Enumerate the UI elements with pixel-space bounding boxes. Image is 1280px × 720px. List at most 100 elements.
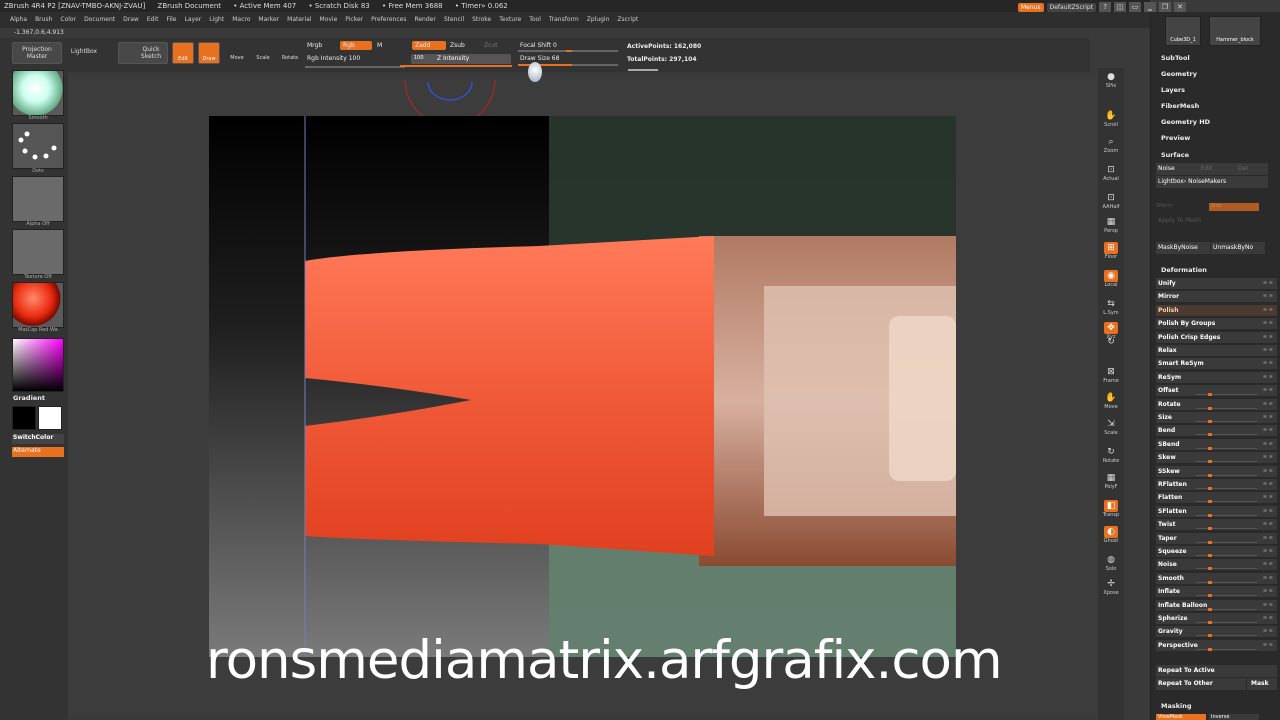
deform-slider-handle[interactable] — [1208, 487, 1212, 490]
axis-toggle-icon[interactable]: ≡ ≡ — [1263, 600, 1273, 611]
deform-slider-handle[interactable] — [1208, 527, 1212, 531]
deform-smooth[interactable]: Smooth ≡ ≡ — [1156, 572, 1277, 585]
deform-smart-resym[interactable]: Smart ReSym ≡ ≡ — [1156, 358, 1277, 371]
deform-slider-handle[interactable] — [1208, 406, 1212, 410]
deform-sbend[interactable]: SBend ≡ ≡ — [1156, 438, 1277, 451]
deform-slider-handle[interactable] — [1208, 433, 1212, 437]
deform-slider-handle[interactable] — [1208, 393, 1212, 397]
mask-by-noise-button[interactable]: MaskByNoise — [1156, 242, 1210, 254]
menu-transform[interactable]: Transform — [549, 16, 579, 23]
menu-zscript[interactable]: Zscript — [617, 16, 638, 23]
deform-slider-handle[interactable] — [1208, 554, 1212, 557]
menu-color[interactable]: Color — [60, 16, 76, 23]
deform-relax[interactable]: Relax ≡ ≡ — [1156, 345, 1277, 357]
menu-render[interactable]: Render — [414, 16, 435, 23]
rgb-toggle[interactable]: Rgb — [340, 41, 372, 50]
deform-inflate[interactable]: Inflate ≡ ≡ — [1156, 586, 1277, 599]
menu-texture[interactable]: Texture — [499, 16, 521, 23]
shelf-button-scale[interactable]: ⇲ Scale — [1100, 418, 1122, 442]
axis-toggle-icon[interactable]: ≡ ≡ — [1263, 519, 1273, 530]
axis-toggle-icon[interactable]: ≡ ≡ — [1263, 318, 1273, 329]
deform-slider-handle[interactable] — [1208, 513, 1212, 517]
rgb-intensity-slider[interactable]: Rgb Intensity 100 — [307, 55, 360, 62]
minimize-icon[interactable]: ‗ — [1144, 2, 1157, 12]
shelf-button-transp[interactable]: ◧ Transp — [1100, 500, 1122, 524]
unmask-by-noise-button[interactable]: UnmaskByNo — [1211, 242, 1265, 254]
axis-toggle-icon[interactable]: ≡ ≡ — [1263, 492, 1273, 503]
shelf-button-xpose[interactable]: ✢ Xpose — [1100, 578, 1122, 602]
deform-polish-by-groups[interactable]: Polish By Groups ≡ ≡ — [1156, 318, 1277, 331]
deform-twist[interactable]: Twist ≡ ≡ — [1156, 519, 1277, 532]
shelf-button-aahalf[interactable]: ⊡ AAHalf — [1100, 192, 1122, 216]
deformation-header[interactable]: Deformation — [1161, 266, 1207, 274]
deform-slider-handle[interactable] — [1208, 621, 1212, 624]
axis-toggle-icon[interactable]: ≡ ≡ — [1263, 466, 1273, 477]
z-intensity-slider[interactable]: 100 Z Intensity — [411, 54, 511, 64]
deform-unify[interactable]: Unify ≡ ≡ — [1156, 278, 1277, 290]
deform-gravity[interactable]: Gravity ≡ ≡ — [1156, 626, 1277, 639]
restore-icon[interactable]: ❐ — [1159, 2, 1172, 12]
deform-sflatten[interactable]: SFlatten ≡ ≡ — [1156, 505, 1277, 518]
stroke-thumbnail[interactable] — [12, 123, 64, 169]
view-mask-button[interactable]: ViewMask — [1156, 714, 1206, 720]
deform-slider-handle[interactable] — [1208, 420, 1212, 423]
zsub-toggle[interactable]: Zsub — [450, 42, 465, 49]
alpha-thumbnail[interactable] — [12, 176, 64, 222]
noise-del-button[interactable]: Del — [1238, 165, 1248, 172]
deform-squeeze[interactable]: Squeeze ≡ ≡ — [1156, 546, 1277, 558]
deform-perspective[interactable]: Perspective ≡ ≡ — [1156, 639, 1277, 652]
menu-layer[interactable]: Layer — [185, 16, 202, 23]
close-icon[interactable]: ✕ — [1174, 2, 1187, 12]
repeat-to-other-button[interactable]: Repeat To Other — [1156, 678, 1246, 690]
axis-toggle-icon[interactable]: ≡ ≡ — [1263, 399, 1273, 410]
shelf-button-rotate-axis[interactable]: ↻ — [1100, 336, 1122, 360]
axis-toggle-icon[interactable]: ≡ ≡ — [1263, 385, 1273, 396]
help-icon[interactable]: ? — [1099, 2, 1112, 12]
axis-toggle-icon[interactable]: ≡ ≡ — [1263, 358, 1273, 369]
lightbox-noisemakers-button[interactable]: Lightbox› NoiseMakers — [1156, 176, 1268, 188]
menu-file[interactable]: File — [166, 16, 176, 23]
section-geometry-hd[interactable]: Geometry HD — [1161, 118, 1210, 126]
menu-brush[interactable]: Brush — [35, 16, 52, 23]
shelf-button-solo[interactable]: ◍ Solo — [1100, 554, 1122, 578]
deform-slider-handle[interactable] — [1208, 500, 1212, 504]
tool-thumb-cube[interactable]: Cube3D_1 — [1165, 16, 1201, 46]
snorm-slider[interactable]: SNorm — [1156, 203, 1206, 211]
shelf-button-persp[interactable]: ▦ Persp — [1100, 216, 1122, 240]
mask-button[interactable]: Mask — [1247, 678, 1277, 690]
deform-polish[interactable]: Polish ≡ ≡ — [1156, 304, 1277, 317]
draw-button[interactable]: Draw — [198, 42, 220, 64]
shelf-button-move[interactable]: ✋ Move — [1100, 392, 1122, 416]
deform-bend[interactable]: Bend ≡ ≡ — [1156, 425, 1277, 438]
draw-size-handle-icon[interactable] — [528, 62, 542, 82]
noise-button[interactable]: Noise — [1158, 165, 1175, 172]
deform-slider-handle[interactable] — [1208, 634, 1212, 638]
material-thumbnail[interactable] — [12, 282, 64, 328]
section-geometry[interactable]: Geometry — [1161, 70, 1197, 78]
edit-button[interactable]: Edit — [172, 42, 194, 64]
focal-shift-slider[interactable]: Focal Shift 0 — [520, 42, 557, 49]
menu-document[interactable]: Document — [84, 16, 115, 23]
menu-stroke[interactable]: Stroke — [472, 16, 491, 23]
deform-slider-handle[interactable] — [1208, 540, 1212, 544]
shelf-button-rotate[interactable]: ↻ Rotate — [1100, 446, 1122, 470]
repeat-to-active-button[interactable]: Repeat To Active — [1156, 665, 1277, 677]
axis-toggle-icon[interactable]: ≡ ≡ — [1263, 425, 1273, 436]
menu-light[interactable]: Light — [209, 16, 224, 23]
shelf-button-frame[interactable]: ⊠ Frame — [1100, 366, 1122, 390]
default-zscript-button[interactable]: DefaultZScript — [1046, 2, 1097, 12]
deform-slider-handle[interactable] — [1208, 567, 1212, 571]
switchcolor-button[interactable]: SwitchColor — [12, 434, 64, 444]
axis-toggle-icon[interactable]: ≡ ≡ — [1263, 345, 1273, 356]
shelf-button-spix[interactable]: ● SPix — [1100, 71, 1122, 95]
shelf-button-scroll[interactable]: ✋ Scroll — [1100, 110, 1122, 134]
deform-slider-handle[interactable] — [1208, 594, 1212, 598]
deform-slider-handle[interactable] — [1208, 460, 1212, 464]
layout2-icon[interactable]: ▭ — [1129, 2, 1142, 12]
deform-flatten[interactable]: Flatten ≡ ≡ — [1156, 492, 1277, 505]
document-canvas[interactable] — [209, 116, 956, 657]
shelf-button-floor[interactable]: ⊞ Floor — [1100, 242, 1122, 266]
surface-header[interactable]: Surface — [1161, 151, 1189, 159]
deform-inflate-balloon[interactable]: Inflate Balloon ≡ ≡ — [1156, 599, 1277, 612]
deform-slider-handle[interactable] — [1208, 473, 1212, 477]
